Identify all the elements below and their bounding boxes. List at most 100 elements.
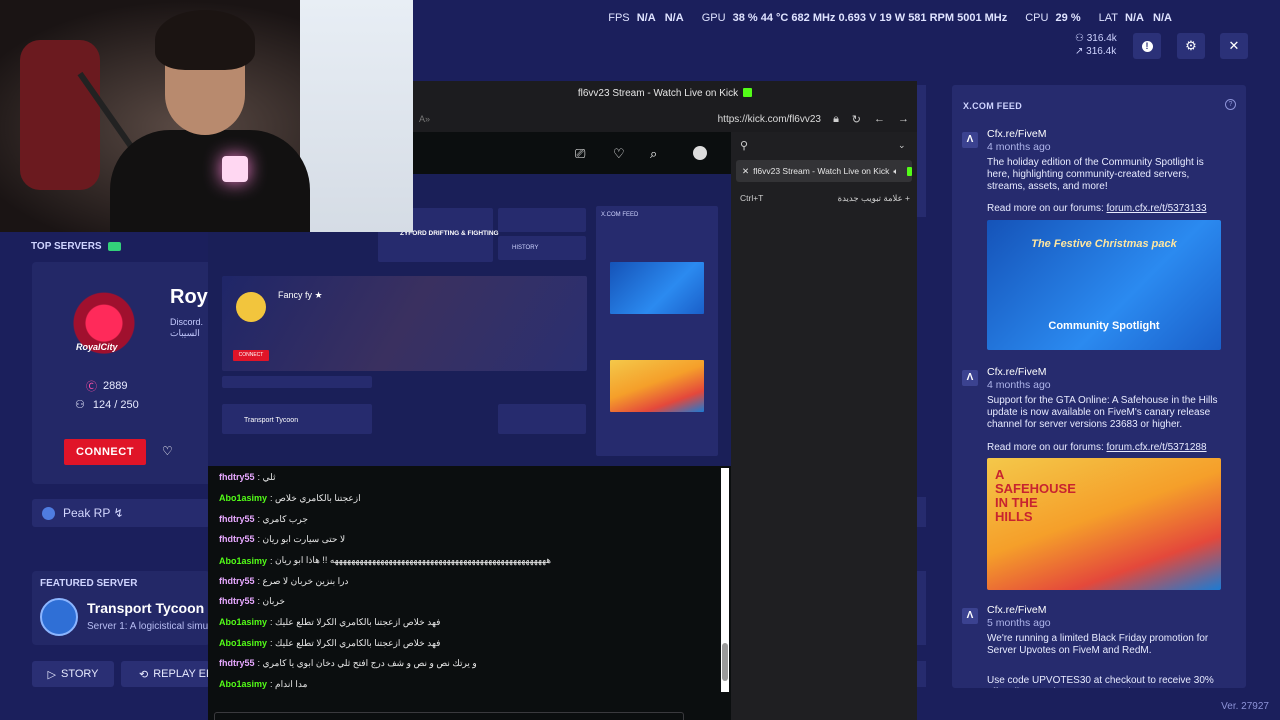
close-icon: ✕ (1228, 38, 1240, 53)
users-icon: ⚇ (1075, 33, 1084, 44)
cpu-label: CPU (1025, 12, 1049, 24)
url-text[interactable]: https://kick.com/fl6vv23 (718, 114, 821, 125)
live-indicator-icon (107, 242, 121, 251)
performance-stats: FPS N/A N/A GPU 38 % 44 °C 682 MHz 0.693… (608, 12, 1172, 24)
top-servers-heading: TOP SERVERS (31, 241, 121, 252)
new-tab-label: علامة تبويب جديدة (837, 192, 903, 203)
post-author[interactable]: Cfx.re/FiveM (987, 366, 1047, 378)
mini-server-name: Fancy fy ★ (278, 290, 323, 300)
cfx-avatar-icon: Λ (962, 132, 978, 148)
webcam-overlay (0, 0, 413, 232)
mini-search (222, 376, 372, 388)
hidden-panel-edge (916, 661, 926, 687)
search-icon[interactable]: ⌕ (650, 146, 657, 162)
story-button[interactable]: ▷ STORY (32, 661, 114, 687)
new-tab-row[interactable]: Ctrl+T علامة تبويب جديدة + (740, 190, 910, 206)
gaming-chair (20, 40, 100, 190)
forward-arrow-icon[interactable]: → (898, 113, 909, 125)
favorite-heart-icon[interactable]: ♡ (162, 444, 173, 458)
hidden-panel-edge (916, 85, 926, 217)
featured-server-subtitle: Server 1: A logicistical simu (87, 621, 209, 632)
safehouse-image[interactable]: A SAFEHOUSE IN THE HILLS (987, 458, 1221, 590)
close-button[interactable]: ✕ (1220, 33, 1248, 59)
server-players: ⚇ 124 / 250 (75, 398, 139, 412)
settings-button[interactable]: ⚙ (1177, 33, 1205, 59)
mini-history-label: HISTORY (512, 245, 539, 251)
transport-tycoon-logo (40, 598, 78, 636)
ring-light (222, 156, 248, 182)
address-bar[interactable]: A» https://kick.com/fl6vv23 🔒︎ ↻ ← → (413, 108, 917, 130)
fps-value-b: N/A (664, 12, 684, 24)
mini-history: HISTORY (498, 236, 586, 260)
lat-stat: LAT N/A N/A (1099, 12, 1172, 24)
cfx-avatar-icon: Λ (962, 608, 978, 624)
mini-server-logo (236, 292, 266, 322)
mini-xfeed-title: X.COM FEED (601, 212, 639, 218)
post-text: The holiday edition of the Community Spo… (987, 157, 1204, 192)
post-text-2: Use code UPVOTES30 at checkout to receiv… (987, 675, 1214, 688)
back-arrow-icon[interactable]: ← (874, 113, 885, 125)
hidden-panel-edge (916, 497, 926, 527)
server-logo-text: RoyalCity (76, 342, 118, 352)
server-icon (42, 506, 55, 520)
x-feed-panel: X.COM FEED ? Λ Cfx.re/FiveM 4 months ago… (952, 85, 1246, 688)
kick-logo-icon (907, 166, 912, 176)
streamer-body (110, 130, 310, 232)
read-aloud-icon[interactable]: A» (419, 114, 430, 124)
post-author[interactable]: Cfx.re/FiveM (987, 604, 1047, 616)
tab-kick-stream[interactable]: ✕ fl6vv23 Stream - Watch Live on Kick 🔈︎ (736, 160, 912, 182)
chevron-down-icon[interactable]: ⌄ (898, 140, 906, 151)
post-link-line: Read more on our forums: forum.cfx.re/t/… (987, 442, 1207, 453)
help-icon[interactable]: ? (1225, 99, 1236, 110)
avatar[interactable] (693, 146, 707, 160)
peak-rp-item[interactable]: Peak RP ↯ (32, 499, 210, 527)
gpu-stat: GPU 38 % 44 °C 682 MHz 0.693 V 19 W 581 … (702, 12, 1008, 24)
kick-logo-icon (743, 88, 753, 97)
mini-create-server (498, 404, 586, 434)
play-icon: ▷ (47, 668, 56, 681)
vertical-tabs-panel (731, 132, 917, 720)
chat-input[interactable] (214, 712, 684, 720)
lat-value-b: N/A (1153, 12, 1172, 24)
library-icon[interactable]: ⎚ (575, 146, 585, 162)
mini-spotlight-image (610, 262, 704, 314)
alert-button[interactable]: ! (1133, 33, 1161, 59)
mini-connect-button: CONNECT (233, 350, 269, 361)
post-link[interactable]: forum.cfx.re/t/5373133 (1107, 203, 1207, 214)
kick-navbar: ⎚ ♡ ⌕ (413, 132, 731, 174)
mini-card-title: ZYFORD DRIFTING & FIGHTING (400, 230, 499, 237)
pin-icon[interactable]: ⚲ (740, 139, 748, 152)
server-title: Roya (170, 286, 210, 308)
trend-arrow-icon: ↗ (1075, 46, 1084, 57)
post-text: Support for the GTA Online: A Safehouse … (987, 395, 1218, 430)
lock-icon[interactable]: 🔒︎ (833, 113, 839, 126)
chat-message: fhdtry55: درا بنزين خربان لا صرع (219, 576, 349, 586)
mini-x-feed: X.COM FEED (596, 206, 718, 456)
community-spotlight-image[interactable]: The Festive Christmas pack Community Spo… (987, 220, 1221, 350)
cfx-avatar-icon: Λ (962, 370, 978, 386)
players-peak: 316.4k (1086, 46, 1117, 57)
chat-panel: fhdtry55: ثلي Abo1asimy: ازعجتنا بالكامر… (208, 466, 731, 720)
refresh-icon[interactable]: ↻ (852, 113, 861, 126)
close-tab-icon[interactable]: ✕ (742, 166, 749, 177)
chat-message: Abo1asimy: ازعجتنا بالكامري خلاص (219, 493, 361, 503)
speaker-icon[interactable]: 🔈︎ (893, 166, 898, 177)
post-author[interactable]: Cfx.re/FiveM (987, 128, 1047, 140)
heart-icon[interactable]: ♡ (613, 146, 625, 162)
mini-featured-card: Transport Tycoon (222, 404, 372, 434)
users-icon: ⚇ (75, 399, 85, 411)
image-caption: A SAFEHOUSE IN THE HILLS (995, 467, 1076, 524)
featured-server-title: Transport Tycoon (87, 600, 205, 616)
chat-message: Abo1asimy: فهد خلاص ازعجتنا بالكامري الك… (219, 617, 441, 627)
image-caption: Community Spotlight (1048, 320, 1160, 332)
version-label: Ver. 27927 (1221, 701, 1269, 712)
post-link[interactable]: forum.cfx.re/t/5371288 (1107, 442, 1207, 453)
replay-editor-button[interactable]: ⟲ REPLAY ED (121, 661, 210, 687)
peak-rp-label: Peak RP ↯ (63, 506, 124, 520)
chat-scrollbar-thumb[interactable] (722, 643, 728, 681)
lat-value-a: N/A (1125, 12, 1144, 24)
connect-button[interactable]: CONNECT (64, 439, 146, 465)
post-time: 4 months ago (987, 379, 1051, 391)
mini-featured-title: Transport Tycoon (244, 417, 299, 424)
replay-icon: ⟲ (139, 668, 149, 681)
